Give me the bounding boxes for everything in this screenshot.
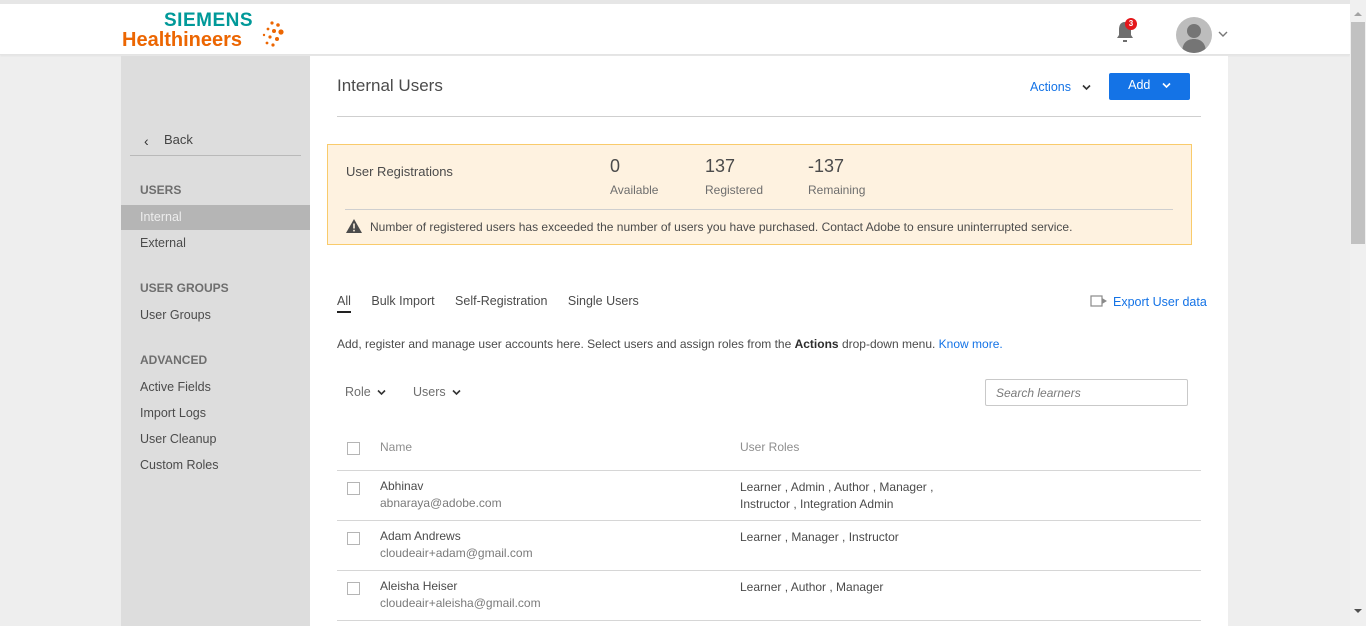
registration-warning: Number of registered users has exceeded … (346, 219, 1072, 234)
stat-value: 0 (610, 156, 621, 176)
warning-text: Number of registered users has exceeded … (370, 220, 1073, 234)
logo-healthineers-text: Healthineers (122, 29, 243, 51)
sidebar-item-internal[interactable]: Internal (121, 205, 310, 230)
tab-all[interactable]: All (337, 294, 351, 313)
role-filter-label: Role (345, 385, 371, 399)
stat-value: 137 (705, 156, 736, 176)
sidebar-item-import-logs[interactable]: Import Logs (121, 401, 310, 426)
top-header: SIEMENS Healthineers 3 (0, 0, 1350, 55)
scrollbar-thumb[interactable] (1351, 22, 1365, 244)
user-email: cloudeair+aleisha@gmail.com (380, 596, 541, 610)
export-icon (1090, 295, 1107, 307)
scroll-down-arrow-icon[interactable] (1354, 609, 1362, 613)
user-tabs: All Bulk Import Self-Registration Single… (337, 292, 655, 314)
description-text: Add, register and manage user accounts h… (337, 337, 795, 351)
tab-self-registration[interactable]: Self-Registration (455, 294, 547, 311)
description-bold: Actions (794, 337, 839, 351)
avatar-icon (1182, 24, 1206, 53)
chevron-down-icon (1082, 84, 1092, 91)
search-learners-input[interactable] (985, 379, 1188, 406)
notifications-button[interactable]: 3 (1115, 18, 1137, 46)
main-content: Internal Users Actions Add User Registra… (310, 56, 1228, 626)
table-row[interactable]: Adam Andrews cloudeair+adam@gmail.com Le… (337, 521, 1201, 571)
back-label: Back (164, 132, 193, 147)
chevron-down-icon[interactable] (1217, 28, 1229, 40)
chevron-left-icon: ‹ (144, 133, 149, 149)
column-header-name: Name (380, 440, 413, 454)
sidebar-item-active-fields[interactable]: Active Fields (121, 375, 310, 400)
logo-dots-icon (262, 21, 284, 47)
actions-dropdown[interactable]: Actions (1030, 80, 1092, 94)
users-filter-dropdown[interactable]: Users (413, 385, 461, 399)
user-roles: Learner , Admin , Author , Manager , Ins… (740, 480, 934, 511)
export-label: Export User data (1113, 295, 1207, 309)
avatar[interactable] (1176, 17, 1212, 53)
sidebar-item-user-cleanup[interactable]: User Cleanup (121, 427, 310, 452)
add-label: Add (1128, 78, 1151, 92)
actions-label: Actions (1030, 80, 1071, 94)
table-header: Name User Roles (337, 426, 1201, 471)
user-name[interactable]: Adam Andrews (380, 529, 461, 543)
user-email: abnaraya@adobe.com (380, 496, 502, 510)
sidebar-heading-advanced: ADVANCED (140, 353, 208, 367)
stat-caption: Remaining (808, 183, 866, 197)
registrations-divider (345, 209, 1173, 210)
user-roles: Learner , Author , Manager (740, 580, 884, 594)
table-row[interactable]: Aleisha Heiser cloudeair+aleisha@gmail.c… (337, 571, 1201, 621)
title-divider (337, 116, 1201, 117)
row-checkbox[interactable] (347, 482, 360, 495)
page-scrollbar[interactable] (1350, 0, 1366, 626)
tab-bulk-import[interactable]: Bulk Import (371, 294, 434, 311)
user-roles: Learner , Manager , Instructor (740, 530, 899, 544)
siemens-healthineers-logo[interactable]: SIEMENS Healthineers (122, 10, 292, 56)
users-filter-label: Users (413, 385, 446, 399)
sidebar-heading-user-groups: USER GROUPS (140, 281, 229, 295)
table-row[interactable]: Abhinav abnaraya@adobe.com Learner , Adm… (337, 471, 1201, 521)
stat-value: -137 (808, 156, 845, 176)
user-email: cloudeair+adam@gmail.com (380, 546, 533, 560)
user-name[interactable]: Aleisha Heiser (380, 579, 457, 593)
warning-icon (346, 219, 362, 233)
sidebar-heading-users: USERS (140, 183, 182, 197)
stat-caption: Available (610, 183, 659, 197)
stat-caption: Registered (705, 183, 764, 197)
select-all-checkbox[interactable] (347, 442, 360, 455)
chevron-down-icon (1162, 82, 1171, 89)
users-table: Name User Roles Abhinav abnaraya@adobe.c… (337, 426, 1201, 621)
add-button[interactable]: Add (1109, 73, 1190, 100)
row-checkbox[interactable] (347, 582, 360, 595)
stat-remaining: -137 Remaining (808, 156, 865, 197)
chevron-down-icon (377, 389, 386, 396)
column-header-user-roles: User Roles (740, 440, 800, 454)
page-description: Add, register and manage user accounts h… (337, 337, 1003, 351)
scroll-up-arrow-icon[interactable] (1354, 12, 1362, 16)
sidebar-item-custom-roles[interactable]: Custom Roles (121, 453, 310, 478)
sidebar-item-external[interactable]: External (121, 231, 310, 256)
know-more-link[interactable]: Know more. (939, 337, 1003, 351)
chevron-down-icon (452, 389, 461, 396)
back-button[interactable]: ‹ Back (130, 130, 301, 156)
stat-available: 0 Available (610, 156, 658, 197)
sidebar: ‹ Back USERS Internal External USER GROU… (121, 56, 310, 626)
row-checkbox[interactable] (347, 532, 360, 545)
user-name[interactable]: Abhinav (380, 479, 423, 493)
page-title: Internal Users (337, 76, 443, 95)
description-text-2: drop-down menu. (838, 337, 939, 351)
stat-registered: 137 Registered (705, 156, 763, 197)
notification-badge: 3 (1125, 18, 1137, 30)
user-registrations-panel: User Registrations 0 Available 137 Regis… (327, 144, 1192, 245)
registrations-label: User Registrations (346, 164, 453, 179)
role-filter-dropdown[interactable]: Role (345, 385, 386, 399)
sidebar-item-user-groups[interactable]: User Groups (121, 303, 310, 328)
export-user-data-link[interactable]: Export User data (1090, 295, 1207, 309)
tab-single-users[interactable]: Single Users (568, 294, 639, 311)
